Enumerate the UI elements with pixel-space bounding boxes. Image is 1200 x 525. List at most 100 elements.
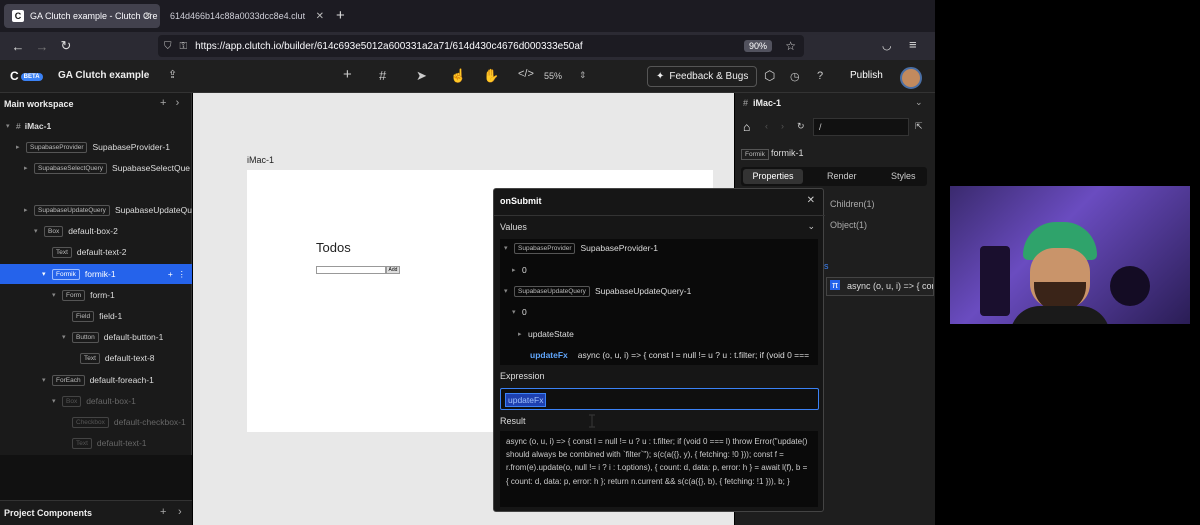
- chevron-down-icon[interactable]: ⌄: [915, 97, 923, 108]
- chevron-down-icon[interactable]: ▾: [504, 287, 514, 295]
- value-row[interactable]: ▾ 0: [500, 303, 527, 321]
- value-row[interactable]: ▸ 0: [500, 261, 527, 279]
- tree-item[interactable]: Field field-1: [0, 306, 192, 326]
- artboard-label[interactable]: iMac-1: [247, 155, 274, 165]
- tree-item[interactable]: Text default-text-2: [0, 242, 192, 262]
- tree-item[interactable]: Text default-text-8: [0, 348, 192, 368]
- open-external-icon[interactable]: ⇱: [915, 121, 923, 132]
- workspace-actions: + ›: [160, 97, 179, 109]
- chevron-right-icon[interactable]: ▸: [512, 266, 522, 274]
- chevron-down-icon[interactable]: ▾: [6, 122, 16, 130]
- forward-icon[interactable]: →: [30, 39, 54, 54]
- feedback-button[interactable]: ✦ Feedback & Bugs: [647, 66, 758, 87]
- pointer-icon[interactable]: ➤: [416, 68, 427, 84]
- value-row[interactable]: ▾ SupabaseProvider SupabaseProvider-1: [500, 239, 658, 257]
- todos-heading[interactable]: Todos: [316, 240, 351, 255]
- tree-item[interactable]: ▸ SupabaseUpdateQuery SupabaseUpdateQu: [0, 200, 192, 220]
- tree-item[interactable]: ▾ Box default-box-1: [0, 391, 192, 411]
- guitar-shape: [980, 246, 1010, 316]
- divider: [494, 215, 825, 216]
- zoom-stepper-icon[interactable]: ⇕: [579, 70, 587, 81]
- tree-item[interactable]: ▸ SupabaseSelectQuery SupabaseSelectQue: [0, 158, 192, 178]
- pocket-icon[interactable]: ◡: [882, 39, 892, 52]
- clutch-favicon-icon: C: [12, 10, 24, 22]
- bookmark-star-icon[interactable]: ☆: [785, 39, 796, 53]
- close-tab-icon[interactable]: ✕: [144, 11, 152, 22]
- code-icon[interactable]: </>: [518, 68, 534, 80]
- tab-render[interactable]: Render: [827, 171, 857, 181]
- forward-icon[interactable]: ›: [781, 121, 784, 131]
- chevron-down-icon[interactable]: ▾: [512, 308, 522, 316]
- menu-icon[interactable]: ≡: [909, 37, 917, 52]
- avatar[interactable]: [900, 67, 922, 89]
- add-icon[interactable]: +: [343, 66, 352, 83]
- value-row[interactable]: updateFx async (o, u, i) => { const l = …: [500, 346, 818, 364]
- publish-button[interactable]: Publish: [850, 70, 883, 81]
- row-actions[interactable]: + ⋮: [168, 269, 186, 280]
- tree-item[interactable]: ▸ SupabaseProvider SupabaseProvider-1: [0, 137, 192, 157]
- pan-hand-icon[interactable]: ✋: [483, 68, 499, 84]
- layers-spacer: [0, 455, 192, 500]
- children-count[interactable]: Children(1): [830, 199, 875, 209]
- expression-label: Expression: [500, 371, 545, 381]
- frame-icon: #: [16, 121, 21, 131]
- address-bar[interactable]: ⛉ ⚿ https://app.clutch.io/builder/614c69…: [158, 35, 804, 57]
- tree-item[interactable]: ▾ Button default-button-1: [0, 327, 192, 347]
- help-icon[interactable]: ?: [817, 70, 823, 82]
- clutch-logo[interactable]: C BETA: [10, 69, 43, 83]
- add-icon[interactable]: +: [160, 506, 166, 518]
- path-input[interactable]: /: [813, 118, 909, 136]
- result-output: async (o, u, i) => { const l = null != u…: [500, 431, 818, 507]
- close-icon[interactable]: ✕: [807, 195, 815, 206]
- value-row[interactable]: ▸ updateState: [500, 325, 574, 343]
- function-field[interactable]: π async (o, u, i) => { cons: [826, 277, 934, 296]
- tree-item[interactable]: Checkbox default-checkbox-1: [0, 412, 192, 432]
- chevron-right-icon[interactable]: ›: [176, 97, 180, 109]
- values-tree: ▾ SupabaseProvider SupabaseProvider-1 ▸ …: [500, 239, 818, 365]
- tab-styles[interactable]: Styles: [891, 171, 916, 181]
- workspace-title: Main workspace: [4, 99, 74, 109]
- hand-pointer-icon[interactable]: ☝: [450, 68, 466, 84]
- tree-root[interactable]: ▾ # iMac-1: [0, 116, 192, 136]
- browser-tab[interactable]: 614d466b14c88a0033dcc8e4.clut ✕: [162, 4, 332, 28]
- tab-title: 614d466b14c88a0033dcc8e4.clut: [170, 11, 306, 21]
- frame-icon[interactable]: #: [379, 68, 386, 83]
- value-row[interactable]: ▾ SupabaseUpdateQuery SupabaseUpdateQuer…: [500, 282, 691, 300]
- tree-item[interactable]: ▾ ForEach default-foreach-1: [0, 370, 192, 390]
- tab-properties[interactable]: Properties: [743, 169, 803, 184]
- chevron-right-icon[interactable]: ▸: [518, 330, 528, 338]
- browser-nav-bar: ← → ↻ ⛉ ⚿ https://app.clutch.io/builder/…: [0, 32, 935, 60]
- add-button[interactable]: Add: [386, 266, 400, 274]
- object-count[interactable]: Object(1): [830, 220, 867, 230]
- package-icon[interactable]: ⬡: [764, 68, 775, 84]
- back-icon[interactable]: ‹: [765, 121, 768, 131]
- expression-input[interactable]: updateFx: [500, 388, 819, 410]
- chevron-down-icon[interactable]: ⌄: [807, 221, 815, 232]
- shield-icon: ⛉: [164, 40, 172, 52]
- refresh-icon[interactable]: ↻: [797, 121, 805, 132]
- lock-icon: ⚿: [179, 40, 188, 52]
- tree-item-selected[interactable]: ▾ Formik formik-1 + ⋮: [0, 264, 192, 284]
- back-icon[interactable]: ←: [6, 39, 30, 54]
- chevron-down-icon[interactable]: ▾: [504, 244, 514, 252]
- canvas-zoom[interactable]: 55%: [544, 71, 562, 81]
- tree-item[interactable]: ▾ Form form-1: [0, 285, 192, 305]
- zoom-level[interactable]: 90%: [743, 40, 772, 52]
- megaphone-icon: ✦: [656, 71, 665, 82]
- tree-item[interactable]: Text default-text-1: [0, 433, 192, 453]
- history-icon[interactable]: ◷: [790, 70, 800, 83]
- todo-input[interactable]: [316, 266, 386, 274]
- home-icon[interactable]: ⌂: [743, 120, 750, 134]
- browser-tab-active[interactable]: C GA Clutch example - Clutch Cre ✕: [4, 4, 160, 28]
- url-text[interactable]: https://app.clutch.io/builder/614c693e50…: [195, 41, 583, 52]
- add-icon[interactable]: +: [160, 97, 166, 109]
- chevron-right-icon[interactable]: ›: [178, 506, 182, 518]
- app-toolbar: C BETA GA Clutch example ⇪ + # ➤ ☝ ✋ </> …: [0, 60, 935, 93]
- share-icon[interactable]: ⇪: [168, 68, 177, 81]
- tree-item[interactable]: ▾ Box default-box-2: [0, 221, 192, 241]
- microphone-shape: [1110, 266, 1150, 306]
- reload-icon[interactable]: ↻: [54, 38, 78, 54]
- new-tab-icon[interactable]: +: [336, 7, 345, 24]
- close-tab-icon[interactable]: ✕: [316, 11, 324, 22]
- expression-token[interactable]: updateFx: [505, 393, 547, 407]
